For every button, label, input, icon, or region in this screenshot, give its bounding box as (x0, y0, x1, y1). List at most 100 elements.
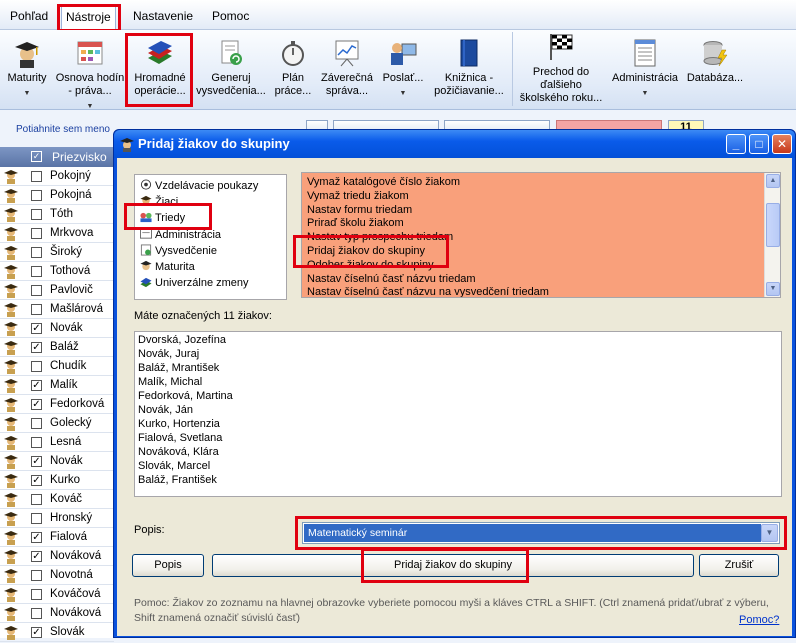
row-checkbox[interactable] (31, 494, 42, 505)
generuj-vysvedcenia-button[interactable]: Generuj vysvedčenia... (196, 30, 266, 110)
table-row[interactable]: Pokojná (0, 186, 114, 205)
header-checkbox[interactable]: ✓ (31, 151, 42, 162)
table-row[interactable]: Lesná (0, 433, 114, 452)
row-checkbox[interactable] (31, 589, 42, 600)
kniznica-button[interactable]: Knižnica - požičiavanie... (430, 30, 508, 110)
table-row[interactable]: Nováková (0, 604, 114, 623)
category-item[interactable]: Univerzálne zmeny (139, 276, 249, 292)
row-checkbox[interactable] (31, 285, 42, 296)
row-checkbox[interactable] (31, 437, 42, 448)
table-row[interactable]: Tóth (0, 205, 114, 224)
osnova-button[interactable]: Osnova hodín - práva... ▼ (54, 30, 126, 110)
prechod-button[interactable]: Prechod do ďalšieho školského roku... (516, 30, 606, 110)
row-checkbox[interactable] (31, 570, 42, 581)
category-item[interactable]: Vysvedčenie (139, 244, 217, 260)
row-checkbox[interactable] (31, 266, 42, 277)
menu-pomoc[interactable]: Pomoc (208, 7, 253, 27)
row-checkbox[interactable]: ✓ (31, 399, 42, 410)
plan-prace-button[interactable]: Plán práce... (272, 30, 314, 110)
table-row[interactable]: ✓ Fialová (0, 528, 114, 547)
row-checkbox[interactable]: ✓ (31, 342, 42, 353)
close-button[interactable]: ✕ (772, 134, 792, 154)
row-checkbox[interactable]: ✓ (31, 456, 42, 467)
list-item[interactable]: Baláž, František (138, 474, 217, 486)
table-row[interactable]: Mrkvova (0, 224, 114, 243)
table-row[interactable]: ✓ Baláž (0, 338, 114, 357)
operation-item[interactable]: Odober žiakov do skupiny (307, 259, 434, 271)
table-row[interactable]: ✓ Novák (0, 452, 114, 471)
row-checkbox[interactable] (31, 190, 42, 201)
row-checkbox[interactable] (31, 361, 42, 372)
row-checkbox[interactable] (31, 608, 42, 619)
menu-pohlad[interactable]: Pohľad (6, 7, 52, 27)
row-checkbox[interactable]: ✓ (31, 323, 42, 334)
table-row[interactable]: Tothová (0, 262, 114, 281)
row-checkbox[interactable] (31, 171, 42, 182)
category-item[interactable]: Maturita (139, 260, 195, 276)
minimize-button[interactable]: _ (726, 134, 746, 154)
databaza-button[interactable]: Databáza... (684, 30, 746, 110)
row-checkbox[interactable] (31, 209, 42, 220)
table-row[interactable]: ✓ Malík (0, 376, 114, 395)
operation-item[interactable]: Nastav typ prospechu triedam (307, 231, 453, 243)
table-row[interactable]: ✓ Kurko (0, 471, 114, 490)
list-item[interactable]: Nováková, Klára (138, 446, 219, 458)
table-row[interactable]: ✓ Nováková (0, 547, 114, 566)
category-item[interactable]: Vzdelávacie poukazy (139, 179, 258, 195)
table-row[interactable]: Chudík (0, 357, 114, 376)
scroll-down-icon[interactable]: ▼ (766, 282, 780, 296)
category-item[interactable]: Triedy (139, 211, 185, 227)
popis-button[interactable]: Popis (132, 554, 204, 577)
table-row[interactable]: Kováčová (0, 585, 114, 604)
operation-item[interactable]: Priraď školu žiakom (307, 217, 404, 229)
row-checkbox[interactable]: ✓ (31, 627, 42, 638)
menu-nastavenie[interactable]: Nastavenie (129, 7, 197, 27)
operation-item[interactable]: Nastav formu triedam (307, 204, 412, 216)
chevron-down-icon[interactable]: ▼ (4, 87, 50, 100)
operations-scrollbar[interactable]: ▲ ▼ (764, 173, 780, 297)
list-item[interactable]: Malík, Michal (138, 376, 202, 388)
poslat-button[interactable]: Poslať... ▼ (380, 30, 426, 110)
popis-combobox[interactable]: Matematický seminár ▼ (302, 522, 780, 544)
administracia-button[interactable]: Administrácia ▼ (608, 30, 682, 110)
table-row[interactable]: Pokojný (0, 167, 114, 186)
row-checkbox[interactable] (31, 513, 42, 524)
column-priezvisko[interactable]: Priezvisko (52, 150, 107, 164)
operation-item[interactable]: Vymaž triedu žiakom (307, 190, 409, 202)
table-row[interactable]: Hronský (0, 509, 114, 528)
scroll-thumb[interactable] (766, 203, 780, 247)
category-item[interactable]: Administrácia (139, 228, 221, 244)
row-checkbox[interactable] (31, 247, 42, 258)
table-row[interactable]: Kováč (0, 490, 114, 509)
operation-item[interactable]: Vymaž katalógové číslo žiakom (307, 176, 460, 188)
list-item[interactable]: Novák, Ján (138, 404, 193, 416)
list-item[interactable]: Dvorská, Jozefína (138, 334, 226, 346)
row-checkbox[interactable]: ✓ (31, 475, 42, 486)
zaverecna-sprava-button[interactable]: Záverečná správa... (318, 30, 376, 110)
list-item[interactable]: Slovák, Marcel (138, 460, 210, 472)
table-row[interactable]: Golecký (0, 414, 114, 433)
table-row[interactable]: ✓ Fedorková (0, 395, 114, 414)
row-checkbox[interactable]: ✓ (31, 380, 42, 391)
menu-nastroje[interactable]: Nástroje (61, 5, 116, 30)
scroll-up-icon[interactable]: ▲ (766, 174, 780, 188)
table-row[interactable]: ✓ Slovák (0, 623, 114, 642)
hromadne-operacie-button[interactable]: Hromadné operácie... (130, 30, 190, 110)
table-row[interactable]: Pavlovič (0, 281, 114, 300)
table-row[interactable]: Široký (0, 243, 114, 262)
chevron-down-icon[interactable]: ▼ (380, 87, 426, 100)
row-checkbox[interactable] (31, 418, 42, 429)
row-checkbox[interactable]: ✓ (31, 532, 42, 543)
category-item[interactable]: Žiaci (139, 195, 178, 211)
row-checkbox[interactable]: ✓ (31, 551, 42, 562)
list-item[interactable]: Fedorková, Martina (138, 390, 233, 402)
chevron-down-icon[interactable]: ▼ (608, 87, 682, 100)
maximize-button[interactable]: □ (749, 134, 769, 154)
maturity-button[interactable]: Maturity ▼ (4, 30, 50, 110)
list-item[interactable]: Baláž, Mrantišek (138, 362, 219, 374)
table-row[interactable]: ✓ Novák (0, 319, 114, 338)
operation-item[interactable]: Pridaj žiakov do skupiny (307, 245, 425, 257)
table-row[interactable]: Mašlárová (0, 300, 114, 319)
list-item[interactable]: Novák, Juraj (138, 348, 199, 360)
list-item[interactable]: Kurko, Hortenzia (138, 418, 220, 430)
